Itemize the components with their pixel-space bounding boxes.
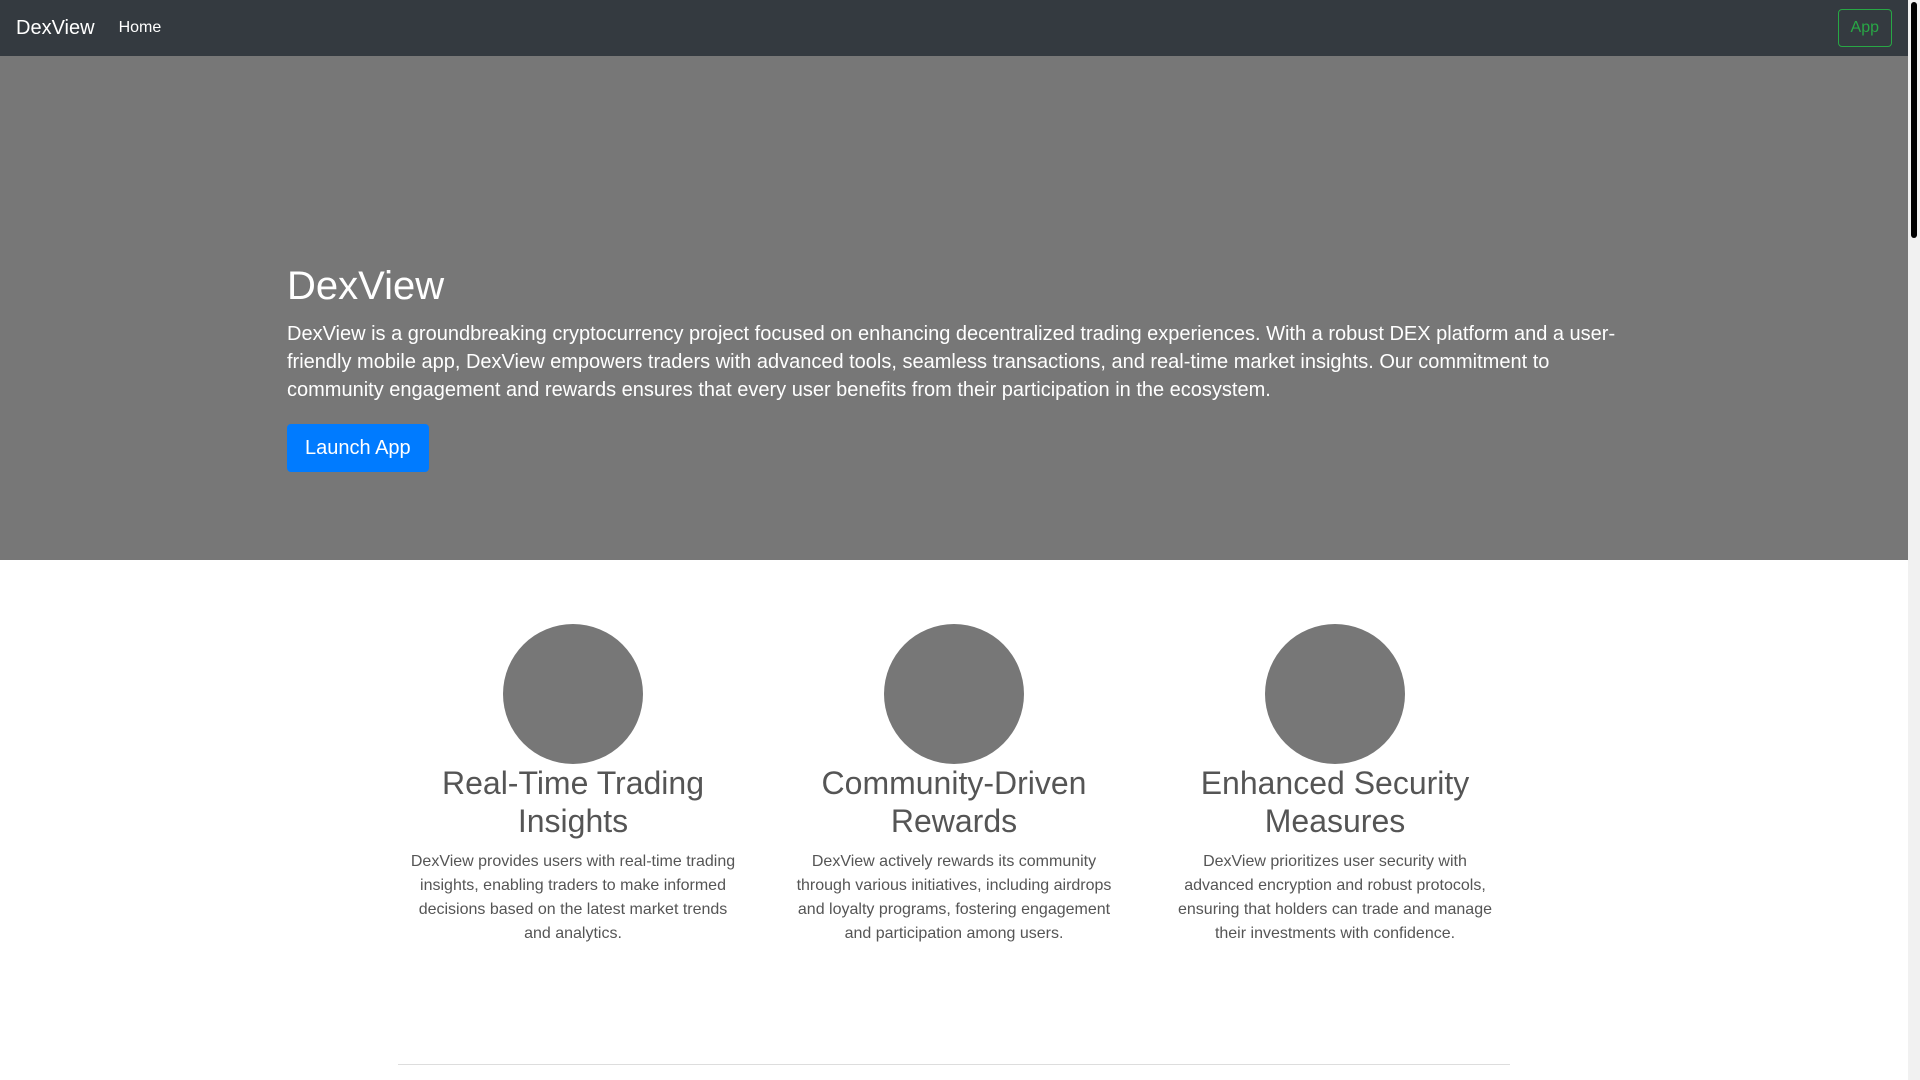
feature-placeholder-image <box>503 624 643 764</box>
app-button[interactable]: App <box>1837 9 1892 47</box>
hero-content: DexView DexView is a groundbreaking cryp… <box>287 262 1647 472</box>
browser-viewport: DexView Home App DexView DexView is a gr… <box>0 0 1920 1080</box>
feature-column: Real-Time Trading Insights DexView provi… <box>398 624 748 946</box>
brand-link[interactable]: DexView <box>16 17 95 40</box>
feature-text: DexView actively rewards its community t… <box>796 853 1112 942</box>
vertical-scrollbar[interactable] <box>1908 0 1920 1080</box>
nav-link-home[interactable]: Home <box>119 19 162 37</box>
hero-title: DexView <box>287 264 445 308</box>
feature-column: Enhanced Security Measures DexView prior… <box>1160 624 1510 946</box>
feature-text: DexView prioritizes user security with a… <box>1178 853 1492 942</box>
scrollbar-thumb[interactable] <box>1911 2 1917 238</box>
feature-placeholder-image <box>884 624 1024 764</box>
features-row: Real-Time Trading Insights DexView provi… <box>398 624 1510 946</box>
feature-placeholder-image <box>1265 624 1405 764</box>
feature-title: Real-Time Trading Insights <box>441 765 704 839</box>
section-divider <box>398 1064 1510 1065</box>
feature-title: Community-Driven Rewards <box>821 765 1087 839</box>
feature-column: Community-Driven Rewards DexView activel… <box>779 624 1129 946</box>
launch-app-button[interactable]: Launch App <box>287 424 429 472</box>
feature-title: Enhanced Security Measures <box>1200 765 1470 839</box>
hero-lead: DexView is a groundbreaking cryptocurren… <box>287 323 1616 401</box>
feature-text: DexView provides users with real-time tr… <box>410 853 736 942</box>
hero-jumbotron: DexView DexView is a groundbreaking cryp… <box>0 56 1908 560</box>
navbar: DexView Home App <box>0 0 1908 56</box>
page: DexView Home App DexView DexView is a gr… <box>0 0 1908 1080</box>
